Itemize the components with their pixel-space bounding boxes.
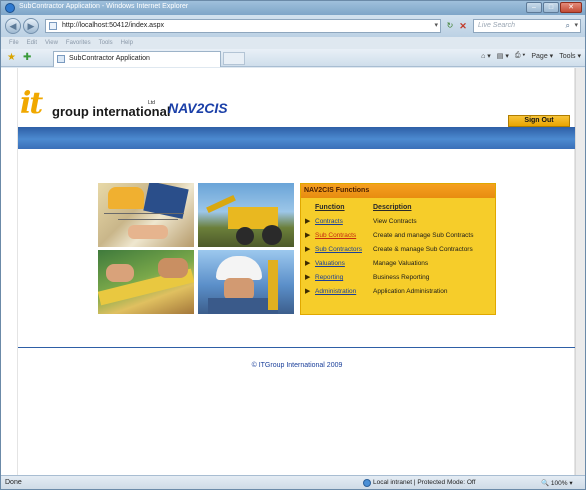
column-header-description: Description: [373, 204, 412, 211]
arrow-right-icon: ▶: [305, 274, 311, 281]
menu-favorites[interactable]: Favorites: [66, 37, 91, 49]
close-button[interactable]: ✕: [560, 2, 582, 13]
link-administration[interactable]: Administration: [315, 288, 356, 295]
function-description: Create and manage Sub Contracts: [373, 232, 474, 239]
favorites-star-icon[interactable]: ★: [7, 52, 16, 63]
status-bar: Done Local intranet | Protected Mode: Of…: [1, 475, 585, 489]
link-sub-contractors[interactable]: Sub Contractors: [315, 246, 362, 253]
menu-view[interactable]: View: [45, 37, 58, 49]
stop-icon[interactable]: ✕: [457, 19, 469, 33]
chevron-down-icon[interactable]: ▾: [434, 21, 438, 29]
function-row: ▶ Sub Contracts Create and manage Sub Co…: [301, 230, 495, 243]
browser-window: SubContractor Application - Windows Inte…: [0, 0, 586, 490]
logo-group-international: group international: [52, 104, 171, 119]
address-bar[interactable]: http://localhost:50412/index.aspx ▾: [45, 19, 441, 33]
chevron-down-icon[interactable]: ▾: [574, 21, 578, 29]
search-icon[interactable]: ⌕: [566, 21, 570, 31]
excavator-photo: [198, 183, 294, 247]
function-description: Create & manage Sub Contractors: [373, 246, 473, 253]
url-text: http://localhost:50412/index.aspx: [62, 22, 164, 29]
link-contracts[interactable]: Contracts: [315, 218, 343, 225]
print-icon[interactable]: ⎙ ▾: [515, 52, 526, 60]
tab-subcontractor-application[interactable]: SubContractor Application: [53, 51, 221, 67]
header-band: [18, 127, 576, 149]
add-favorites-icon[interactable]: ✚: [23, 52, 31, 63]
link-sub-contracts[interactable]: Sub Contracts: [315, 232, 356, 239]
hard-hat-worker-photo: [198, 250, 294, 314]
function-row: ▶ Valuations Manage Valuations: [301, 258, 495, 271]
search-input[interactable]: Live Search ⌕ ▾: [473, 19, 581, 33]
menu-help[interactable]: Help: [121, 37, 133, 49]
home-icon[interactable]: ⌂ ▾: [481, 52, 491, 60]
tab-row: ★ ✚ SubContractor Application ⌂ ▾ ▤ ▾ ⎙ …: [1, 49, 585, 67]
menu-tools[interactable]: Tools: [99, 37, 113, 49]
blueprint-photo: [98, 183, 194, 247]
feeds-icon[interactable]: ▤ ▾: [497, 52, 509, 60]
globe-icon: [363, 479, 371, 487]
security-zone[interactable]: Local intranet | Protected Mode: Off: [373, 479, 475, 486]
function-description: Manage Valuations: [373, 260, 429, 267]
address-row: ◀ ▶ http://localhost:50412/index.aspx ▾ …: [1, 15, 585, 37]
link-valuations[interactable]: Valuations: [315, 260, 345, 267]
tab-label: SubContractor Application: [69, 55, 150, 62]
function-row: ▶ Sub Contractors Create & manage Sub Co…: [301, 244, 495, 257]
back-arrow-icon[interactable]: ◀: [5, 18, 21, 34]
sign-out-button[interactable]: Sign Out: [508, 115, 570, 127]
maximize-button[interactable]: □: [543, 2, 559, 13]
status-text: Done: [5, 479, 22, 486]
arrow-right-icon: ▶: [305, 260, 311, 267]
vertical-scrollbar[interactable]: [575, 68, 585, 475]
refresh-icon[interactable]: ↻: [444, 19, 456, 33]
page-icon: [49, 22, 57, 30]
page-icon: [57, 55, 65, 63]
itgroup-logo: it group international Ltd NAV2CIS: [20, 86, 250, 126]
forward-arrow-icon[interactable]: ▶: [23, 18, 39, 34]
page-menu[interactable]: Page ▾: [531, 52, 553, 60]
function-description: View Contracts: [373, 218, 417, 225]
functions-title: NAV2CIS Functions: [304, 187, 370, 194]
page-content: it group international Ltd NAV2CIS Sign …: [17, 68, 576, 475]
function-row: ▶ Administration Application Administrat…: [301, 286, 495, 299]
function-description: Business Reporting: [373, 274, 430, 281]
search-placeholder: Live Search: [478, 22, 515, 29]
new-tab-button[interactable]: [223, 52, 245, 65]
function-description: Application Administration: [373, 288, 448, 295]
menu-file[interactable]: File: [9, 37, 19, 49]
footer-divider: [18, 347, 576, 348]
arrow-right-icon: ▶: [305, 218, 311, 225]
logo-ltd: Ltd: [148, 100, 155, 106]
zoom-level[interactable]: 🔍 100% ▾: [541, 479, 573, 487]
arrow-right-icon: ▶: [305, 232, 311, 239]
minimize-button[interactable]: –: [526, 2, 542, 13]
column-header-function: Function: [315, 204, 345, 211]
menu-bar: File Edit View Favorites Tools Help: [1, 37, 585, 49]
arrow-right-icon: ▶: [305, 246, 311, 253]
functions-panel-header: NAV2CIS Functions: [301, 184, 495, 198]
arrow-right-icon: ▶: [305, 288, 311, 295]
title-bar: SubContractor Application - Windows Inte…: [1, 1, 585, 15]
function-row: ▶ Contracts View Contracts: [301, 216, 495, 229]
logo-nav2cis: NAV2CIS: [168, 100, 228, 116]
ie-icon: [5, 3, 15, 13]
logo-it: it: [20, 86, 43, 121]
menu-edit[interactable]: Edit: [27, 37, 37, 49]
functions-panel: NAV2CIS Functions Function Description ▶…: [300, 183, 496, 315]
tools-menu[interactable]: Tools ▾: [559, 52, 581, 60]
zoom-value: 100%: [550, 480, 568, 487]
window-title: SubContractor Application - Windows Inte…: [19, 3, 189, 10]
measuring-tape-photo: [98, 250, 194, 314]
link-reporting[interactable]: Reporting: [315, 274, 343, 281]
function-row: ▶ Reporting Business Reporting: [301, 272, 495, 285]
page-viewport: it group international Ltd NAV2CIS Sign …: [1, 68, 585, 475]
copyright-text: © ITGroup International 2009: [251, 362, 343, 369]
